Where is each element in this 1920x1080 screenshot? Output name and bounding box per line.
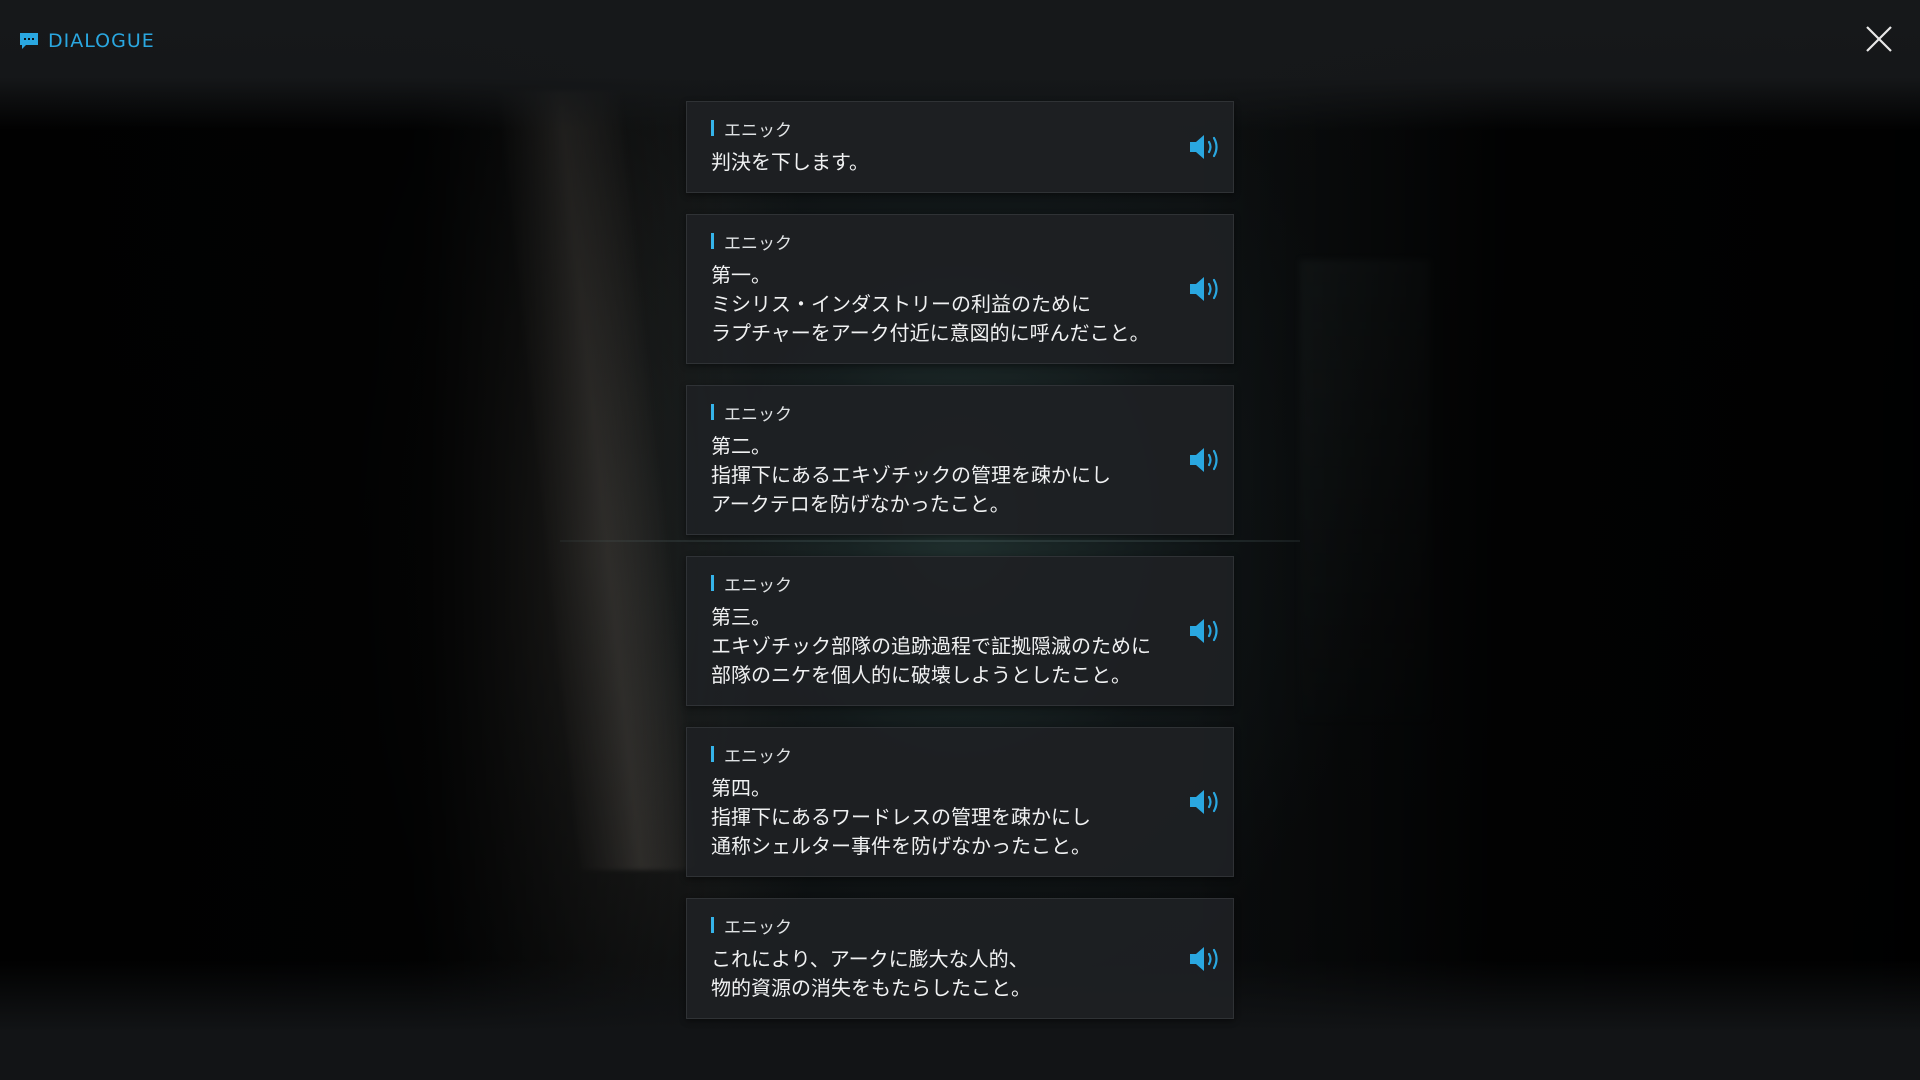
speaker-accent-bar — [711, 233, 714, 249]
speaker-name: エニック — [724, 120, 792, 141]
speaker-accent-bar — [711, 120, 714, 136]
chat-bubble-icon — [20, 33, 38, 49]
speaker-volume-icon[interactable] — [1187, 274, 1223, 304]
dialogue-text: 判決を下します。 — [711, 150, 869, 174]
speaker-row: エニック — [711, 117, 1163, 141]
dialogue-text: これにより、アークに膨大な人的、 物的資源の消失をもたらしたこと。 — [711, 947, 1031, 1000]
speaker-row: エニック — [711, 230, 1163, 254]
speaker-accent-bar — [711, 404, 714, 420]
speaker-name: エニック — [724, 404, 792, 425]
speaker-accent-bar — [711, 746, 714, 762]
speaker-volume-icon[interactable] — [1187, 132, 1223, 162]
dialogue-text: 第一。 ミシリス・インダストリーの利益のために ラプチャーをアーク付近に意図的に… — [711, 263, 1150, 345]
speaker-accent-bar — [711, 917, 714, 933]
speaker-name: エニック — [724, 917, 792, 938]
dialogue-entry: エニック 第四。 指揮下にあるワードレスの管理を疎かにし 通称シェルター事件を防… — [686, 727, 1234, 877]
speaker-volume-icon[interactable] — [1187, 787, 1223, 817]
dialogue-text: 第四。 指揮下にあるワードレスの管理を疎かにし 通称シェルター事件を防げなかった… — [711, 776, 1091, 858]
speaker-accent-bar — [711, 575, 714, 591]
close-icon[interactable] — [1862, 22, 1896, 56]
speaker-row: エニック — [711, 743, 1163, 767]
dialogue-entry: エニック 第二。 指揮下にあるエキゾチックの管理を疎かにし アークテロを防げなか… — [686, 385, 1234, 535]
dialogue-entry: エニック 第一。 ミシリス・インダストリーの利益のために ラプチャーをアーク付近… — [686, 214, 1234, 364]
speaker-volume-icon[interactable] — [1187, 445, 1223, 475]
speaker-row: エニック — [711, 572, 1163, 596]
speaker-name: エニック — [724, 575, 792, 596]
dialogue-text: 第三。 エキゾチック部隊の追跡過程で証拠隠滅のために 部隊のニケを個人的に破壊し… — [711, 605, 1151, 687]
dialogue-log-list[interactable]: エニック 判決を下します。 エニック 第一。 ミシリス・インダストリーの利益のた… — [686, 101, 1234, 1019]
dialogue-entry: エニック 判決を下します。 — [686, 101, 1234, 193]
dialogue-text: 第二。 指揮下にあるエキゾチックの管理を疎かにし アークテロを防げなかったこと。 — [711, 434, 1111, 516]
speaker-volume-icon[interactable] — [1187, 616, 1223, 646]
dialogue-title: DIALOGUE — [48, 30, 155, 52]
dialogue-header: DIALOGUE — [18, 26, 155, 56]
speaker-volume-icon[interactable] — [1187, 944, 1223, 974]
dialogue-entry: エニック これにより、アークに膨大な人的、 物的資源の消失をもたらしたこと。 — [686, 898, 1234, 1019]
speaker-row: エニック — [711, 401, 1163, 425]
dialogue-entry: エニック 第三。 エキゾチック部隊の追跡過程で証拠隠滅のために 部隊のニケを個人… — [686, 556, 1234, 706]
speaker-row: エニック — [711, 914, 1163, 938]
speaker-name: エニック — [724, 233, 792, 254]
speaker-name: エニック — [724, 746, 792, 767]
